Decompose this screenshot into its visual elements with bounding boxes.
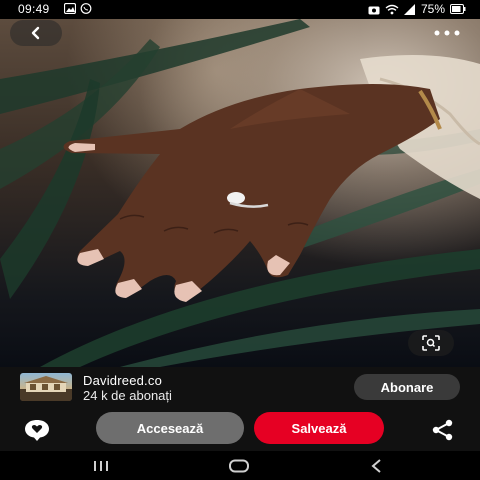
follow-button[interactable]: Abonare xyxy=(354,374,460,400)
whatsapp-icon xyxy=(80,3,92,14)
visual-search-button[interactable] xyxy=(408,330,454,356)
creator-follower-count: 24 k de abonați xyxy=(83,388,172,403)
home-icon[interactable] xyxy=(226,459,252,473)
status-time: 09:49 xyxy=(18,2,50,16)
visit-button[interactable]: Accesează xyxy=(96,412,244,444)
share-button[interactable] xyxy=(428,417,458,443)
status-right: 75% xyxy=(368,2,466,16)
battery-icon xyxy=(450,4,466,14)
system-navigation-bar xyxy=(0,451,480,480)
wifi-icon xyxy=(385,4,399,14)
notification-icons xyxy=(64,3,92,14)
camera-status-icon xyxy=(368,6,380,14)
system-back-icon[interactable] xyxy=(364,459,390,473)
pin-actions-panel: Davidreed.co 24 k de abonați Abonare Acc… xyxy=(0,367,480,451)
signal-icon xyxy=(403,3,415,15)
battery-percent: 75% xyxy=(420,2,445,16)
share-icon xyxy=(432,419,453,441)
creator-avatar[interactable] xyxy=(20,373,72,401)
chevron-left-icon xyxy=(31,26,40,40)
visual-search-icon xyxy=(422,335,440,351)
photo-notification-icon xyxy=(64,3,76,14)
more-options-button[interactable] xyxy=(432,24,462,42)
creator-name[interactable]: Davidreed.co xyxy=(83,373,162,388)
avatar-house-illustration xyxy=(20,376,72,401)
back-button[interactable] xyxy=(10,20,62,46)
pin-image-illustration xyxy=(0,19,480,367)
comment-button[interactable] xyxy=(22,417,52,443)
comment-heart-icon xyxy=(25,420,49,441)
recent-apps-icon[interactable] xyxy=(88,459,114,473)
pin-image[interactable] xyxy=(0,19,480,367)
status-bar: 09:49 75% xyxy=(0,0,480,19)
more-dots-icon xyxy=(434,30,460,36)
save-button[interactable]: Salvează xyxy=(254,412,384,444)
